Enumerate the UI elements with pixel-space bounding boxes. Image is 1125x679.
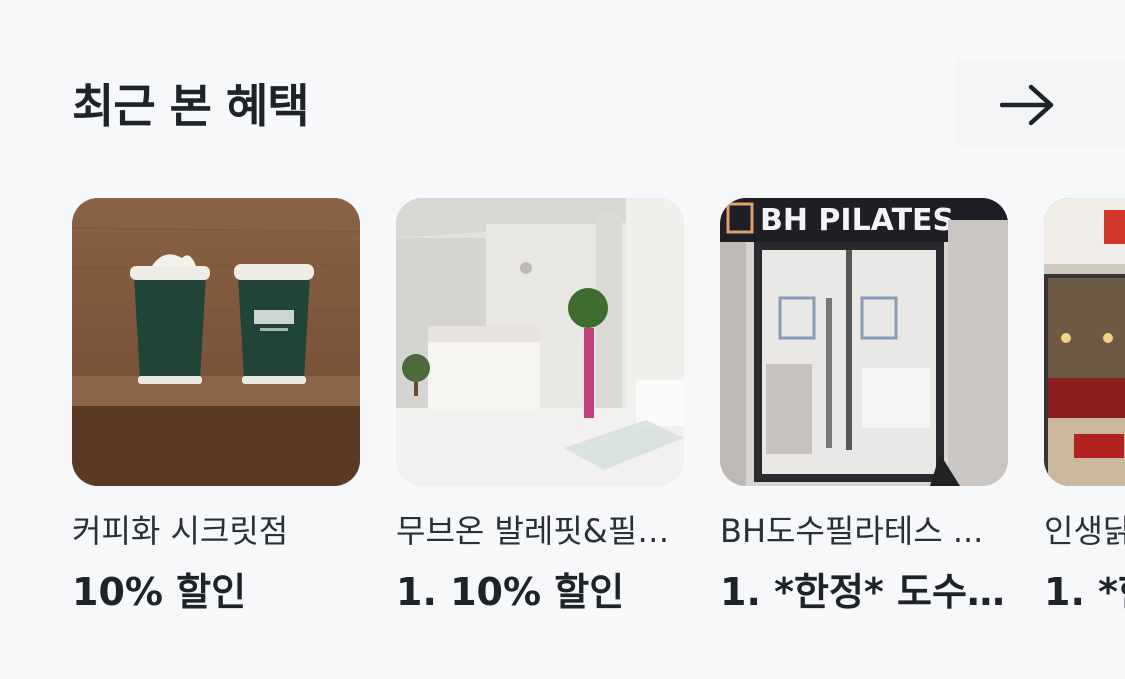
benefit-card[interactable]: 인생닭 1. *한정* [1044, 198, 1125, 616]
card-thumbnail [1044, 198, 1125, 486]
card-benefit: 1. 10% 할인 [396, 570, 625, 614]
card-thumbnail: BH PILATES [720, 198, 1008, 486]
recent-benefits-section: 최근 본 혜택 커피화 시크릿점 10% 할인 무브온 발레핏&필라 1. 10… [0, 0, 1125, 679]
card-store-name: 무브온 발레핏&필라테스 [396, 512, 684, 550]
benefit-card[interactable]: 커피화 시크릿점 10% 할인 [72, 198, 360, 616]
card-benefit: 1. *한정* [1044, 570, 1125, 614]
card-thumbnail [72, 198, 360, 486]
section-title: 최근 본 혜택 [72, 79, 310, 133]
card-store-name: 인생닭 [1044, 512, 1125, 550]
card-store-name: 커피화 시크릿점 [72, 512, 289, 550]
card-store-name: BH도수필라테스 ... [720, 512, 984, 550]
card-thumbnail [396, 198, 684, 486]
benefit-card[interactable]: BH PILATES BH도수필라테스 ... 1. *한정* 도수필라테스 [720, 198, 1008, 616]
benefit-card[interactable]: 무브온 발레핏&필라테스 1. 10% 할인 [396, 198, 684, 616]
see-more-button[interactable] [955, 60, 1125, 148]
arrow-right-icon [1000, 84, 1054, 126]
sign-text: BH PILATES [760, 203, 954, 238]
recent-benefits-list: 커피화 시크릿점 10% 할인 무브온 발레핏&필라 1. 10% 할인 BH … [0, 198, 1125, 618]
card-benefit: 10% 할인 [72, 570, 247, 614]
card-benefit: 1. *한정* 도수필라테스 [720, 570, 1008, 614]
